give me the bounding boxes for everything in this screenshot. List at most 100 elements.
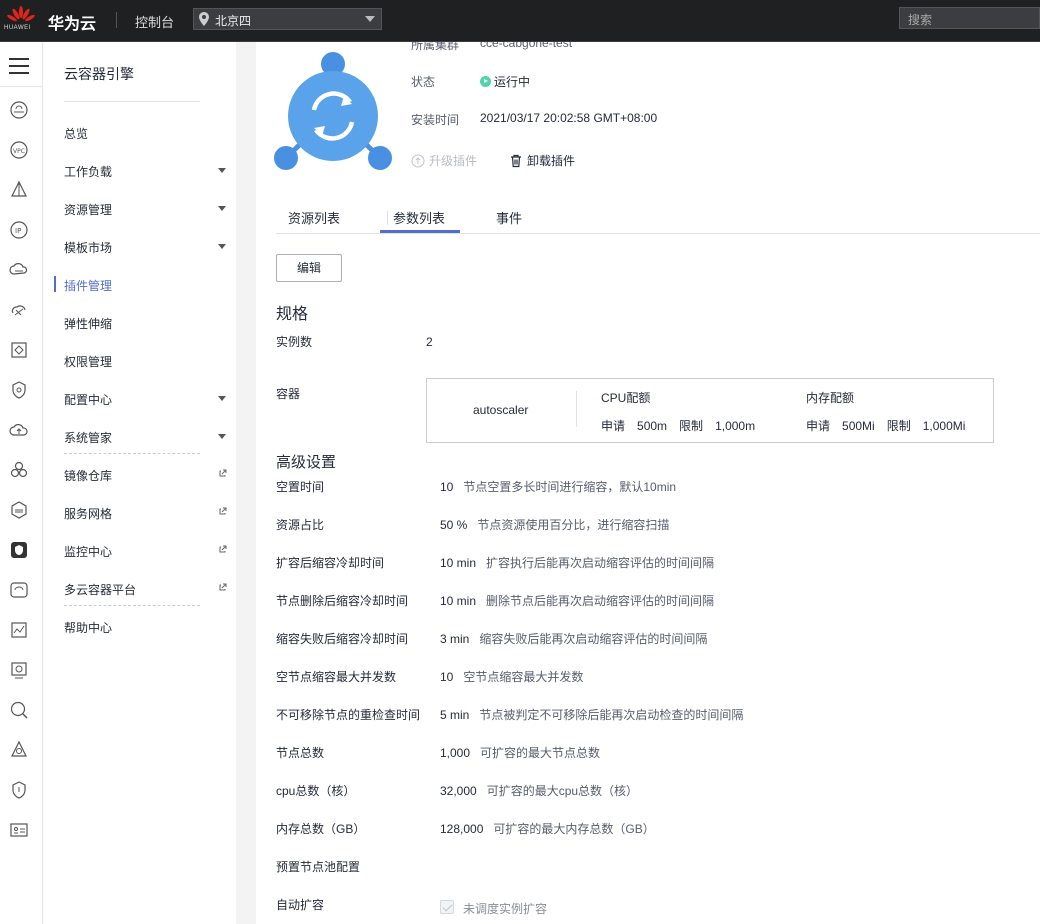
total-cpu-label: cpu总数（核） — [276, 784, 356, 798]
cluster-value: cce-cabgone-test — [480, 42, 573, 50]
param-value: 10 — [440, 670, 454, 684]
cpu-request-value: 500m — [637, 419, 668, 433]
param-description: 可扩容的最大cpu总数（核） — [486, 784, 639, 798]
backup-icon[interactable] — [9, 660, 29, 680]
search-input[interactable]: 搜索 — [899, 7, 1040, 29]
database-icon[interactable] — [9, 500, 29, 520]
sidebar-item-config-center[interactable]: 配置中心 — [64, 388, 228, 408]
param-description: 节点资源使用百分比，进行缩容扫描 — [477, 518, 670, 532]
sidebar-item-overview[interactable]: 总览 — [64, 122, 228, 142]
cluster-label: 所属集群 — [411, 42, 460, 52]
sidebar-item-workloads[interactable]: 工作负载 — [64, 160, 228, 180]
memory-limit-value: 1,000Mi — [922, 419, 966, 433]
upgrade-plugin-button[interactable]: 升级插件 — [411, 152, 477, 169]
edit-button[interactable]: 编辑 — [276, 254, 342, 282]
node-pool-config-label: 预置节点池配置 — [276, 860, 361, 874]
sidebar-item-addons[interactable]: 插件管理 — [64, 274, 228, 294]
menu-icon[interactable] — [9, 58, 29, 74]
container-label: 容器 — [276, 387, 301, 401]
unremovable-recheck-value: 5 min 节点被判定不可移除后能再次启动检查的时间间隔 — [440, 706, 743, 723]
network-icon[interactable] — [9, 180, 29, 200]
total-cpu-value: 32,000 可扩容的最大cpu总数（核） — [440, 782, 638, 799]
instances-label: 实例数 — [276, 335, 313, 349]
chevron-down-icon — [218, 244, 226, 249]
status-value: 运行中 — [480, 73, 530, 90]
uninstall-plugin-button[interactable]: 卸载插件 — [509, 152, 575, 169]
sidebar-item-label: 镜像仓库 — [64, 469, 113, 483]
param-description: 可扩容的最大节点总数 — [480, 746, 601, 760]
sidebar-item-label: 插件管理 — [64, 279, 113, 293]
node-delete-cooldown-label: 节点删除后缩容冷却时间 — [276, 594, 409, 608]
scale-up-cooldown-value: 10 min 扩容执行后能再次启动缩容评估的时间间隔 — [440, 554, 714, 571]
cpu-limit-label: 限制 — [679, 419, 704, 433]
sidebar-item-image-repo[interactable]: 镜像仓库 — [64, 464, 228, 484]
sidebar-item-autoscaling[interactable]: 弹性伸缩 — [64, 312, 228, 332]
vpc-icon[interactable]: VPC — [9, 140, 29, 160]
cloud-storage-icon[interactable] — [9, 260, 29, 280]
sidebar-item-label: 系统管家 — [64, 431, 113, 445]
brand-name[interactable]: 华为云 — [48, 10, 96, 34]
sidebar-item-monitoring[interactable]: 监控中心 — [64, 540, 228, 560]
cloud-upload-icon[interactable] — [9, 420, 29, 440]
ai-icon[interactable] — [9, 740, 29, 760]
sidebar-item-label: 资源管理 — [64, 203, 113, 217]
divider — [387, 211, 388, 225]
resource-ratio-value: 50 % 节点资源使用百分比，进行缩容扫描 — [440, 516, 669, 533]
chevron-down-icon — [218, 396, 226, 401]
tab-resources[interactable]: 资源列表 — [288, 208, 340, 227]
spec-section-title: 规格 — [276, 306, 309, 323]
cpu-request-label: 申请 — [601, 419, 626, 433]
sidebar-item-label: 模板市场 — [64, 241, 113, 255]
huawei-logo-icon[interactable] — [6, 6, 36, 36]
sidebar-item-help[interactable]: 帮助中心 — [64, 616, 228, 636]
sidebar-item-label: 配置中心 — [64, 393, 113, 407]
security-check-icon[interactable] — [9, 380, 29, 400]
tab-parameters[interactable]: 参数列表 — [393, 208, 445, 227]
identity-card-icon[interactable] — [9, 820, 29, 840]
sidebar-gutter — [236, 42, 256, 924]
status-label: 状态 — [411, 75, 436, 89]
param-value: 5 min — [440, 708, 470, 722]
sidebar-item-permissions[interactable]: 权限管理 — [64, 350, 228, 370]
param-description: 空节点缩容最大并发数 — [463, 670, 584, 684]
region-selector[interactable]: 北京四 — [193, 8, 382, 30]
unscheduled-scale-label: 未调度实例扩容 — [463, 902, 548, 916]
shield-icon[interactable] — [9, 540, 29, 560]
sidebar-item-label: 总览 — [64, 127, 89, 141]
chart-icon[interactable] — [9, 620, 29, 640]
location-pin-icon — [199, 12, 209, 26]
divider — [64, 605, 200, 606]
cluster-icon[interactable] — [9, 460, 29, 480]
param-description: 删除节点后能再次启动缩容评估的时间间隔 — [486, 594, 715, 608]
console-link[interactable]: 控制台 — [135, 12, 174, 31]
sidebar-item-label: 多云容器平台 — [64, 583, 137, 597]
param-value: 10 — [440, 480, 454, 494]
monitor-icon[interactable] — [9, 580, 29, 600]
sidebar-item-service-mesh[interactable]: 服务网格 — [64, 502, 228, 522]
param-description: 节点被判定不可移除后能再次启动检查的时间间隔 — [479, 708, 744, 722]
elastic-ip-icon[interactable]: IP — [9, 220, 29, 240]
container-icon[interactable] — [9, 340, 29, 360]
security-shield-icon[interactable] — [9, 780, 29, 800]
sidebar-item-resources[interactable]: 资源管理 — [64, 198, 228, 218]
instances-value: 2 — [426, 335, 433, 349]
param-value: 128,000 — [440, 822, 484, 836]
cdn-icon[interactable] — [9, 300, 29, 320]
cloud-server-icon[interactable] — [9, 100, 29, 120]
install-time-label: 安装时间 — [411, 113, 460, 127]
active-tab-indicator — [380, 230, 460, 233]
container-quota-box: autoscaler CPU配额 申请 500m 限制 1,000m 内存配额 申请 5… — [426, 378, 994, 443]
sidebar-title: 云容器引擎 — [64, 66, 134, 82]
tab-events[interactable]: 事件 — [496, 208, 522, 227]
param-value: 1,000 — [440, 746, 471, 760]
sidebar-item-label: 帮助中心 — [64, 621, 113, 635]
sidebar-item-system-manager[interactable]: 系统管家 — [64, 426, 228, 446]
sidebar-item-multicloud[interactable]: 多云容器平台 — [64, 578, 228, 598]
region-label: 北京四 — [215, 14, 252, 28]
param-description: 可扩容的最大内存总数（GB） — [493, 822, 655, 836]
status-text: 运行中 — [494, 75, 531, 89]
unscheduled-scale-checkbox[interactable] — [440, 900, 454, 914]
advanced-section-title: 高级设置 — [276, 454, 337, 471]
search-analysis-icon[interactable] — [9, 700, 29, 720]
sidebar-item-templates[interactable]: 模板市场 — [64, 236, 228, 256]
